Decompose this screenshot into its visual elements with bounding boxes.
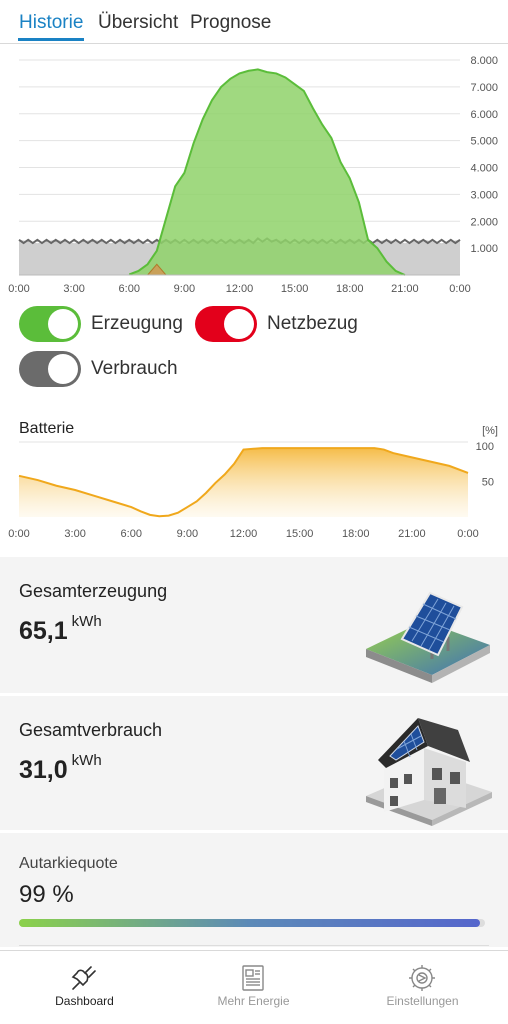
plug-icon	[71, 966, 96, 990]
netzbezug-label: Netzbezug	[267, 313, 358, 334]
erzeugung-area	[129, 69, 405, 275]
autarky-progress-fill	[19, 919, 481, 927]
battery-x-tick-label: 18:00	[342, 528, 370, 540]
x-tick-label: 9:00	[174, 283, 195, 295]
battery-x-tick-label: 6:00	[121, 528, 142, 540]
y-tick-label: 8.000	[470, 55, 498, 67]
y-tick-label: 4.000	[470, 163, 498, 175]
battery-x-tick-label: 21:00	[398, 528, 426, 540]
y-tick-label: 5.000	[470, 136, 498, 148]
y-tick-label: 7.000	[470, 82, 498, 94]
production-title: Gesamterzeugung	[19, 581, 168, 601]
battery-x-tick-label: 0:00	[457, 528, 478, 540]
newspaper-icon	[242, 965, 264, 991]
nav-einstellungen[interactable]: Einstellungen	[338, 951, 507, 1024]
y-tick-label: 2.000	[470, 216, 498, 228]
verbrauch-label: Verbrauch	[91, 358, 178, 379]
energy-chart: 1.000 2.000 3.000 4.000 5.000 6.000 7.000 8.000…	[8, 55, 498, 295]
solar-panel-icon	[366, 591, 490, 683]
nav-mehr-energie[interactable]: Mehr Energie	[169, 951, 338, 1024]
verbrauch-switch[interactable]	[19, 351, 81, 387]
x-tick-label: 6:00	[119, 283, 140, 295]
y-tick-label: 3.000	[470, 189, 498, 201]
battery-y-tick-label: 50	[482, 477, 494, 489]
toggle-verbrauch[interactable]: Verbrauch	[19, 351, 178, 387]
settings-gear-icon	[409, 965, 435, 991]
nav-einstellungen-label: Einstellungen	[386, 994, 459, 1008]
consumption-unit: kWh	[71, 752, 102, 769]
production-value: 65,1 kWh	[19, 613, 102, 645]
autarky-progress-track	[19, 919, 485, 927]
production-card[interactable]: Gesamterzeugung 65,1 kWh	[0, 557, 508, 693]
consumption-card[interactable]: Gesamtverbrauch 31,0 kWh	[0, 696, 508, 830]
battery-chart: [%] 50 100 0:00 3:00 6:00 9:00 12:00 15:00 18:00 2…	[8, 425, 498, 540]
tab-historie[interactable]: Historie	[19, 12, 83, 34]
x-tick-label: 21:00	[391, 283, 419, 295]
erzeugung-switch[interactable]	[19, 306, 81, 342]
battery-x-tick-label: 0:00	[8, 528, 29, 540]
x-tick-label: 3:00	[63, 283, 84, 295]
battery-x-tick-label: 15:00	[286, 528, 314, 540]
battery-unit: [%]	[482, 425, 498, 437]
x-tick-label: 18:00	[336, 283, 364, 295]
consumption-value: 31,0 kWh	[19, 752, 102, 784]
nav-dashboard[interactable]: Dashboard	[0, 951, 169, 1024]
x-tick-label: 0:00	[449, 283, 470, 295]
y-tick-label: 1.000	[470, 243, 498, 255]
x-tick-label: 0:00	[8, 283, 29, 295]
toggle-netzbezug[interactable]: Netzbezug	[195, 306, 358, 342]
battery-x-tick-label: 12:00	[230, 528, 258, 540]
erzeugung-label: Erzeugung	[91, 313, 183, 334]
battery-area	[19, 448, 468, 517]
nav-dashboard-label: Dashboard	[55, 994, 114, 1008]
battery-y-tick-label: 100	[476, 441, 494, 453]
autarky-value: 99 %	[19, 881, 74, 908]
y-tick-label: 6.000	[470, 109, 498, 121]
tab-uebersicht[interactable]: Übersicht	[98, 12, 178, 34]
x-tick-label: 12:00	[226, 283, 254, 295]
bottom-navigation: Dashboard Mehr Energie Einstellungen	[0, 950, 508, 1024]
house-icon	[366, 718, 492, 826]
tab-prognose[interactable]: Prognose	[190, 12, 271, 34]
battery-x-tick-label: 9:00	[177, 528, 198, 540]
autarky-card[interactable]: Autarkiequote 99 %	[0, 833, 508, 947]
divider	[19, 945, 489, 946]
production-unit: kWh	[71, 613, 102, 630]
battery-x-tick-label: 3:00	[64, 528, 85, 540]
autarky-title: Autarkiequote	[19, 855, 118, 872]
nav-mehr-energie-label: Mehr Energie	[217, 994, 290, 1008]
toggle-erzeugung[interactable]: Erzeugung	[19, 306, 183, 342]
active-tab-indicator	[18, 38, 84, 41]
netzbezug-switch[interactable]	[195, 306, 257, 342]
tab-bar: Historie Übersicht Prognose	[0, 0, 508, 44]
x-tick-label: 15:00	[281, 283, 309, 295]
consumption-title: Gesamtverbrauch	[19, 720, 163, 740]
